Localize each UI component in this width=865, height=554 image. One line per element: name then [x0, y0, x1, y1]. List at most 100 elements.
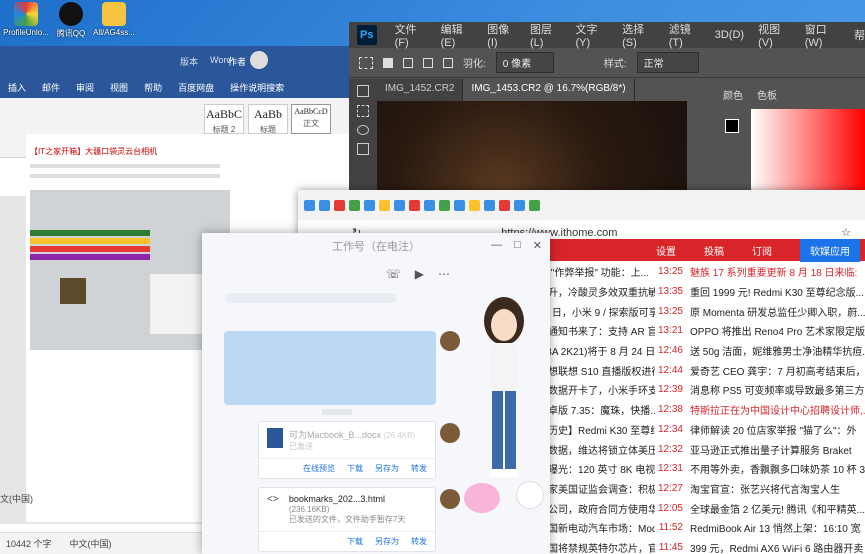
- tab-swatches[interactable]: 色板: [757, 87, 777, 102]
- news-left-title[interactable]: 日升，冷酸灵多效双重抗敏感...: [538, 284, 655, 299]
- bookmark-icon[interactable]: [529, 199, 540, 211]
- news-right-title[interactable]: 淘宝官宣：张艺兴将代言淘宝人生: [690, 481, 865, 496]
- news-right-title[interactable]: 魅族 17 系列重要更新 8 月 18 日来临:: [690, 264, 865, 279]
- nav-submit[interactable]: 投稿: [704, 243, 724, 258]
- new-selection-icon[interactable]: [383, 57, 393, 68]
- menu-window[interactable]: 窗口(W): [805, 22, 840, 49]
- nav-subscribe[interactable]: 订阅: [752, 243, 772, 258]
- menu-edit[interactable]: 编辑(E): [441, 22, 474, 49]
- news-left-title[interactable]: 18 日，小米 9 / 探索版可享...: [538, 304, 655, 319]
- bookmark-icon[interactable]: [349, 199, 360, 211]
- style-title[interactable]: AaBb 标题: [248, 104, 288, 134]
- news-row[interactable]: 业公司，政府合同方使用华为等...12:05 全球最金箔 2 亿美元! 腾讯《和平…: [538, 498, 865, 518]
- style-normal[interactable]: AaBbCcD 正文: [291, 104, 331, 134]
- news-right-title[interactable]: 送 50g 洁面，妮维雅男士净油精华抗痘...: [690, 343, 865, 358]
- add-selection-icon[interactable]: [403, 57, 413, 68]
- news-row[interactable]: 国家美国证监会调查：积极配合...12:27 淘宝官宣：张艺兴将代言淘宝人生: [538, 479, 865, 499]
- tab-img-1453[interactable]: IMG_1453.CR2 @ 16.7%(RGB/8*): [463, 79, 635, 101]
- tab-view[interactable]: 视图: [110, 81, 128, 94]
- color-picker-field[interactable]: [751, 109, 865, 202]
- news-left-title[interactable]: 安卓版 7.35：魔珠，快播...: [538, 402, 655, 417]
- bookmark-icon[interactable]: [499, 199, 510, 211]
- news-right-title[interactable]: 不用等外卖，香飘飘多口味奶茶 10 杯 3...: [690, 461, 865, 476]
- menu-help[interactable]: 帮: [854, 27, 865, 43]
- tab-review[interactable]: 审阅: [76, 81, 94, 94]
- tab-baidu[interactable]: 百度网盘: [178, 81, 214, 94]
- close-icon[interactable]: ✕: [533, 239, 542, 252]
- download-link[interactable]: 下载: [347, 463, 363, 474]
- desktop-icon-folder[interactable]: All/AG4ss...: [88, 2, 140, 37]
- bookmark-icon[interactable]: [454, 199, 465, 211]
- menu-file[interactable]: 文件(F): [395, 22, 427, 49]
- ps-canvas[interactable]: [377, 101, 687, 202]
- save-as-link[interactable]: 另存为: [375, 463, 399, 474]
- news-right-title[interactable]: 亚马逊正式推出量子计算服务 Braket: [690, 442, 865, 457]
- bookmark-icon[interactable]: [334, 199, 345, 211]
- news-right-title[interactable]: 原 Momenta 研发总监任少卿入职，蔚...: [690, 304, 865, 319]
- news-right-title[interactable]: OPPO 将推出 Reno4 Pro 艺术家限定版: [690, 323, 865, 338]
- tab-insert[interactable]: 插入: [8, 81, 26, 94]
- bookmark-icon[interactable]: [394, 199, 405, 211]
- quick-select-icon[interactable]: [357, 143, 369, 155]
- news-row[interactable]: 中国新电动汽车市场：Model 3...11:52 RedmiBook Air 1…: [538, 518, 865, 538]
- menu-type[interactable]: 文字(Y): [576, 22, 609, 49]
- news-left-title[interactable]: 中国新电动汽车市场：Model 3...: [538, 520, 655, 535]
- news-left-title[interactable]: 线 "作弊举报" 功能：上...: [538, 264, 655, 279]
- bookmark-icon[interactable]: [424, 199, 435, 211]
- news-left-title[interactable]: 新数据开卡了，小米手环支持 1...: [538, 382, 655, 397]
- style-heading2[interactable]: AaBbC 标题 2: [204, 104, 244, 134]
- menu-3d[interactable]: 3D(D): [715, 29, 744, 41]
- favorite-star-icon[interactable]: ☆: [841, 226, 851, 239]
- news-right-title[interactable]: 特斯拉正在为中国设计中心招聘设计师,...: [690, 402, 865, 417]
- tab-img-1452[interactable]: IMG_1452.CR2: [377, 79, 464, 101]
- tell-me-search[interactable]: 操作说明搜索: [230, 81, 284, 94]
- intersect-selection-icon[interactable]: [443, 57, 453, 68]
- news-row[interactable]: 业数据，维达将锁立体美压花卷纸...12:32 亚马逊正式推出量子计算服务 Bra…: [538, 439, 865, 459]
- nav-apps[interactable]: 软媒应用: [800, 238, 860, 262]
- menu-layer[interactable]: 图层(L): [530, 22, 562, 49]
- bookmark-icon[interactable]: [439, 199, 450, 211]
- news-right-title[interactable]: 爱奇艺 CEO 龚宇：7 月初高考结束后，...: [690, 363, 865, 378]
- avatar[interactable]: [250, 51, 268, 69]
- preview-link[interactable]: 在线预览: [303, 463, 335, 474]
- news-left-title[interactable]: 业数据，维达将锁立体美压花卷纸...: [538, 442, 655, 457]
- news-row[interactable]: 18 日，小米 9 / 探索版可享... 13:25 原 Momenta 研发总监任…: [538, 301, 865, 321]
- phone-icon[interactable]: ☏: [386, 267, 401, 281]
- tab-color[interactable]: 颜色: [723, 87, 743, 102]
- news-left-title[interactable]: 新曝光：120 英寸 8K 电视或...: [538, 461, 655, 476]
- news-right-title[interactable]: 消息称 PS5 可变频率或导致最多第三方...: [690, 382, 865, 397]
- style-select[interactable]: 正常: [636, 52, 699, 73]
- news-row[interactable]: 微通知书来了：支持 AR 盲盒...13:21 OPPO 将推出 Reno4 Pr…: [538, 321, 865, 341]
- bookmark-icon[interactable]: [514, 199, 525, 211]
- bookmark-icon[interactable]: [469, 199, 480, 211]
- minimize-icon[interactable]: —: [491, 239, 502, 252]
- avatar[interactable]: [440, 331, 460, 351]
- news-left-title[interactable]: 国家美国证监会调查：积极配合...: [538, 481, 655, 496]
- move-tool-icon[interactable]: [357, 85, 369, 97]
- subtract-selection-icon[interactable]: [423, 57, 433, 68]
- news-left-title[interactable]: 联想联想 S10 直播版权进行...: [538, 363, 655, 378]
- avatar[interactable]: [516, 481, 544, 509]
- news-row[interactable]: 线 "作弊举报" 功能：上... 13:25 魅族 17 系列重要更新 8 月 18…: [538, 262, 865, 282]
- news-row[interactable]: 联想联想 S10 直播版权进行...12:44 爱奇艺 CEO 龚宇：7 月初高考…: [538, 360, 865, 380]
- bookmark-icon[interactable]: [364, 199, 375, 211]
- forward-link[interactable]: 转发: [411, 463, 427, 474]
- news-row[interactable]: 【历史】Redmi K30 至尊纪念版...12:34 律师解读 20 位店家举报…: [538, 420, 865, 440]
- file-card-docx[interactable]: 可为Macbook_B...docx (26.4KB) 已发送 在线预览 下载 …: [258, 421, 436, 479]
- message-bubble[interactable]: [224, 331, 436, 405]
- marquee-icon[interactable]: [357, 105, 369, 117]
- bookmark-icon[interactable]: [409, 199, 420, 211]
- feather-input[interactable]: 0 像素: [495, 52, 554, 73]
- bookmark-icon[interactable]: [484, 199, 495, 211]
- menu-image[interactable]: 图像(I): [487, 22, 516, 49]
- news-left-title[interactable]: 业公司，政府合同方使用华为等...: [538, 501, 655, 516]
- news-right-title[interactable]: 全球最金箔 2 亿美元! 腾讯《和平精英...: [690, 501, 865, 516]
- menu-filter[interactable]: 滤镜(T): [669, 22, 701, 49]
- bookmark-icon[interactable]: [319, 199, 330, 211]
- bookmark-icon[interactable]: [379, 199, 390, 211]
- avatar[interactable]: [440, 423, 460, 443]
- menu-view[interactable]: 视图(V): [758, 22, 791, 49]
- news-row[interactable]: 新曝光：120 英寸 8K 电视或...12:31 不用等外卖，香飘飘多口味奶茶 …: [538, 459, 865, 479]
- tab-help[interactable]: 帮助: [144, 81, 162, 94]
- news-row[interactable]: 安卓版 7.35：魔珠，快播... 12:38 特斯拉正在为中国设计中心招聘设计师,…: [538, 400, 865, 420]
